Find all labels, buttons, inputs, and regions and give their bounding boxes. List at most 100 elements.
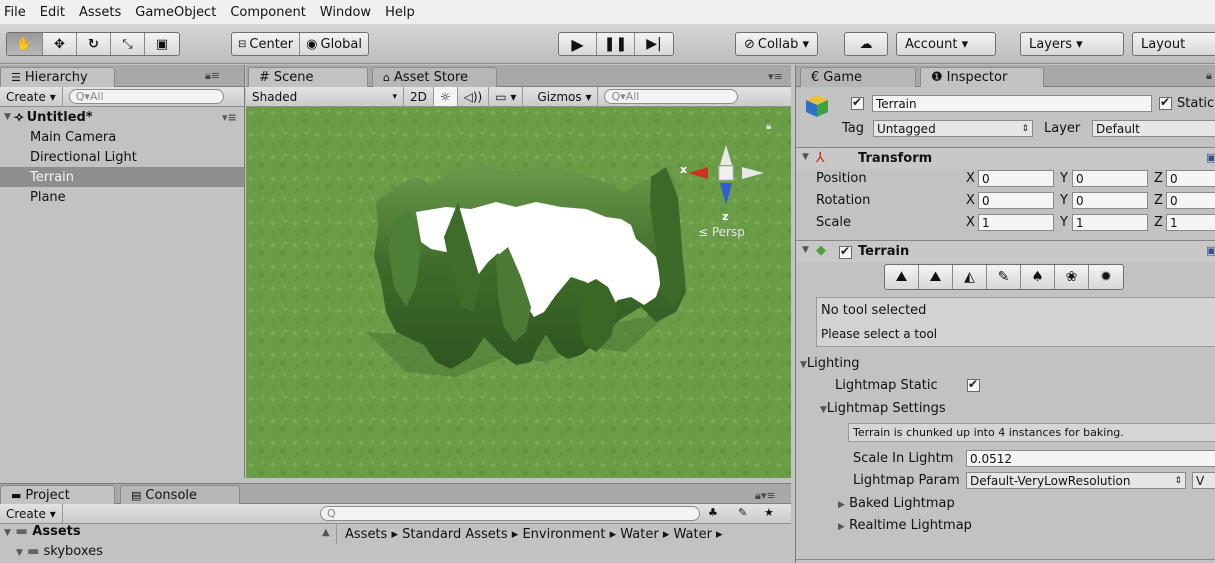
filter-type-icon[interactable]: ♣ bbox=[708, 506, 718, 519]
step-button-icon[interactable]: ▶| bbox=[635, 33, 673, 55]
pause-button-icon[interactable]: ❚❚ bbox=[597, 33, 635, 55]
rotation-x-field[interactable]: 0 bbox=[978, 192, 1054, 209]
menu-file[interactable]: File bbox=[4, 5, 26, 20]
scene-menu-icon[interactable]: ▾≡ bbox=[222, 111, 237, 124]
lightmap-params-dropdown[interactable]: Default-VeryLowResolution ⇕ bbox=[966, 472, 1186, 489]
position-z-field[interactable]: 0 bbox=[1166, 170, 1215, 187]
menu-help[interactable]: Help bbox=[385, 5, 415, 20]
move-tool-icon[interactable]: ✥ bbox=[43, 33, 77, 55]
menu-window[interactable]: Window bbox=[320, 5, 371, 20]
static-checkbox[interactable] bbox=[1159, 95, 1172, 111]
space-global-button[interactable]: ◉ Global bbox=[300, 33, 368, 55]
hierarchy-subbar: Create ▾ Q▾All bbox=[0, 87, 244, 107]
help-book-icon[interactable]: ▣ bbox=[1206, 151, 1215, 164]
raise-terrain-icon[interactable]: ⛰ bbox=[885, 265, 919, 289]
layers-dropdown[interactable]: Layers ▾ bbox=[1020, 32, 1124, 56]
dropdown-arrow-icon: ▾ bbox=[392, 91, 397, 102]
transform-header[interactable]: ▼ ⅄ Transform ▣ bbox=[796, 147, 1215, 169]
lighting-foldout[interactable]: ▼Lighting bbox=[800, 356, 859, 371]
menu-gameobject[interactable]: GameObject bbox=[135, 5, 216, 20]
lightmap-params-view-button[interactable]: V bbox=[1192, 472, 1215, 489]
hierarchy-create-dropdown[interactable]: Create ▾ bbox=[0, 87, 63, 106]
skyboxes-folder-row[interactable]: ▼ ▬ skyboxes bbox=[16, 544, 103, 559]
scale-x-field[interactable]: 1 bbox=[978, 214, 1054, 231]
sun-lighting-icon[interactable]: ☼ bbox=[433, 87, 458, 106]
tab-inspector[interactable]: ❶ Inspector bbox=[920, 67, 1044, 87]
position-y-field[interactable]: 0 bbox=[1072, 170, 1148, 187]
effects-image-icon[interactable]: ▭ ▾ bbox=[489, 87, 524, 106]
audio-icon[interactable]: ◁)) bbox=[458, 87, 490, 106]
menu-edit[interactable]: Edit bbox=[40, 5, 65, 20]
inspector-lock-icon[interactable]: 🔒︎ bbox=[1206, 69, 1212, 83]
gizmos-dropdown[interactable]: Gizmos ▾ bbox=[531, 87, 599, 106]
terrain-component-header[interactable]: ▼ ◆ Terrain ▣ bbox=[796, 240, 1215, 262]
scene-menu-icon[interactable]: ▾≡ bbox=[768, 70, 783, 83]
scale-z-field[interactable]: 1 bbox=[1166, 214, 1215, 231]
viewport-lock-icon[interactable]: 🔒︎ bbox=[766, 121, 771, 132]
favorite-star-icon[interactable]: ★ bbox=[764, 506, 774, 519]
tab-asset-store[interactable]: ⌂ Asset Store bbox=[372, 67, 497, 87]
scroll-up-icon[interactable]: ▲ bbox=[322, 527, 330, 538]
hierarchy-search-input[interactable]: Q▾All bbox=[68, 89, 224, 104]
scale-in-lightmap-field[interactable]: 0.0512 bbox=[966, 450, 1215, 467]
tab-hierarchy[interactable]: ☰ Hierarchy bbox=[0, 67, 115, 87]
paint-height-icon[interactable]: ⛰ bbox=[919, 265, 953, 289]
help-book-icon[interactable]: ▣ bbox=[1206, 244, 1215, 257]
project-create-dropdown[interactable]: Create ▾ bbox=[0, 504, 63, 523]
terrain-enabled-checkbox[interactable] bbox=[839, 244, 852, 260]
hierarchy-item-selected[interactable]: Terrain bbox=[0, 167, 244, 187]
assets-folder-row[interactable]: ▼ ▬ Assets bbox=[4, 524, 81, 539]
rotation-y-field[interactable]: 0 bbox=[1072, 192, 1148, 209]
rotation-z-field[interactable]: 0 bbox=[1166, 192, 1215, 209]
lock-icon[interactable]: 🔒︎≡ bbox=[205, 69, 220, 83]
terrain-settings-icon[interactable]: ✹ bbox=[1089, 265, 1123, 289]
realtime-lightmap-foldout[interactable]: ▶ Realtime Lightmap bbox=[838, 518, 972, 533]
lightmap-static-checkbox[interactable] bbox=[967, 377, 980, 393]
place-trees-icon[interactable]: ♠ bbox=[1021, 265, 1055, 289]
orientation-gizmo[interactable] bbox=[676, 135, 766, 225]
object-name-field[interactable]: Terrain bbox=[872, 95, 1152, 112]
lightmap-settings-foldout[interactable]: ▼Lightmap Settings bbox=[820, 401, 946, 416]
baked-lightmap-foldout[interactable]: ▶ Baked Lightmap bbox=[838, 496, 955, 511]
active-checkbox[interactable] bbox=[851, 95, 864, 111]
scale-y-field[interactable]: 1 bbox=[1072, 214, 1148, 231]
2d-toggle[interactable]: 2D bbox=[404, 87, 434, 106]
paint-details-icon[interactable]: ❀ bbox=[1055, 265, 1089, 289]
scene-root-row[interactable]: ▼ ⟢ Untitled* ▾≡ bbox=[0, 107, 244, 127]
account-dropdown[interactable]: Account ▾ bbox=[896, 32, 996, 56]
paint-texture-icon[interactable]: ✎ bbox=[987, 265, 1021, 289]
hand-tool-icon[interactable]: ✋ bbox=[7, 33, 43, 55]
tab-console[interactable]: ▤ Console bbox=[120, 485, 240, 505]
inspector-tabstrip: € Game ❶ Inspector 🔒︎ bbox=[796, 65, 1215, 87]
shading-dropdown[interactable]: Shaded ▾ bbox=[246, 87, 404, 106]
perspective-label[interactable]: ≤ Persp bbox=[698, 225, 745, 239]
rect-tool-icon[interactable]: ▣ bbox=[145, 33, 179, 55]
scene-viewport[interactable]: x z ≤ Persp 🔒︎ bbox=[246, 107, 791, 478]
play-button-icon[interactable]: ▶ bbox=[559, 33, 597, 55]
layout-dropdown[interactable]: Layout bbox=[1132, 32, 1215, 56]
smooth-height-icon[interactable]: ◭ bbox=[953, 265, 987, 289]
tab-game[interactable]: € Game bbox=[800, 67, 916, 87]
terrain-component-icon: ◆ bbox=[816, 243, 826, 258]
tab-scene[interactable]: # Scene bbox=[248, 67, 368, 87]
layer-dropdown[interactable]: Default bbox=[1092, 120, 1215, 137]
project-menu-icon[interactable]: 🔒︎▾≡ bbox=[755, 489, 776, 503]
menu-component[interactable]: Component bbox=[230, 5, 305, 20]
scene-search-input[interactable]: Q▾All bbox=[604, 89, 739, 104]
tag-dropdown[interactable]: Untagged ⇕ bbox=[873, 120, 1033, 137]
project-search-input[interactable]: Q bbox=[320, 506, 700, 521]
tab-project[interactable]: ▬ Project bbox=[0, 485, 115, 505]
hierarchy-item[interactable]: Main Camera bbox=[0, 127, 244, 147]
collab-button[interactable]: ⊘ Collab ▾ bbox=[735, 32, 819, 56]
rotate-tool-icon[interactable]: ↻ bbox=[77, 33, 111, 55]
pivot-center-button[interactable]: ⊟ Center bbox=[232, 33, 301, 55]
filter-label-icon[interactable]: ✎ bbox=[738, 506, 747, 519]
position-x-field[interactable]: 0 bbox=[978, 170, 1054, 187]
menu-assets[interactable]: Assets bbox=[79, 5, 121, 20]
shading-label: Shaded bbox=[252, 89, 298, 104]
hierarchy-item[interactable]: Directional Light bbox=[0, 147, 244, 167]
breadcrumb[interactable]: Assets ▸ Standard Assets ▸ Environment ▸… bbox=[336, 524, 788, 544]
hierarchy-item[interactable]: Plane bbox=[0, 187, 244, 207]
cloud-button[interactable]: ☁ bbox=[844, 32, 888, 56]
scale-tool-icon[interactable]: ⤡ bbox=[111, 33, 145, 55]
